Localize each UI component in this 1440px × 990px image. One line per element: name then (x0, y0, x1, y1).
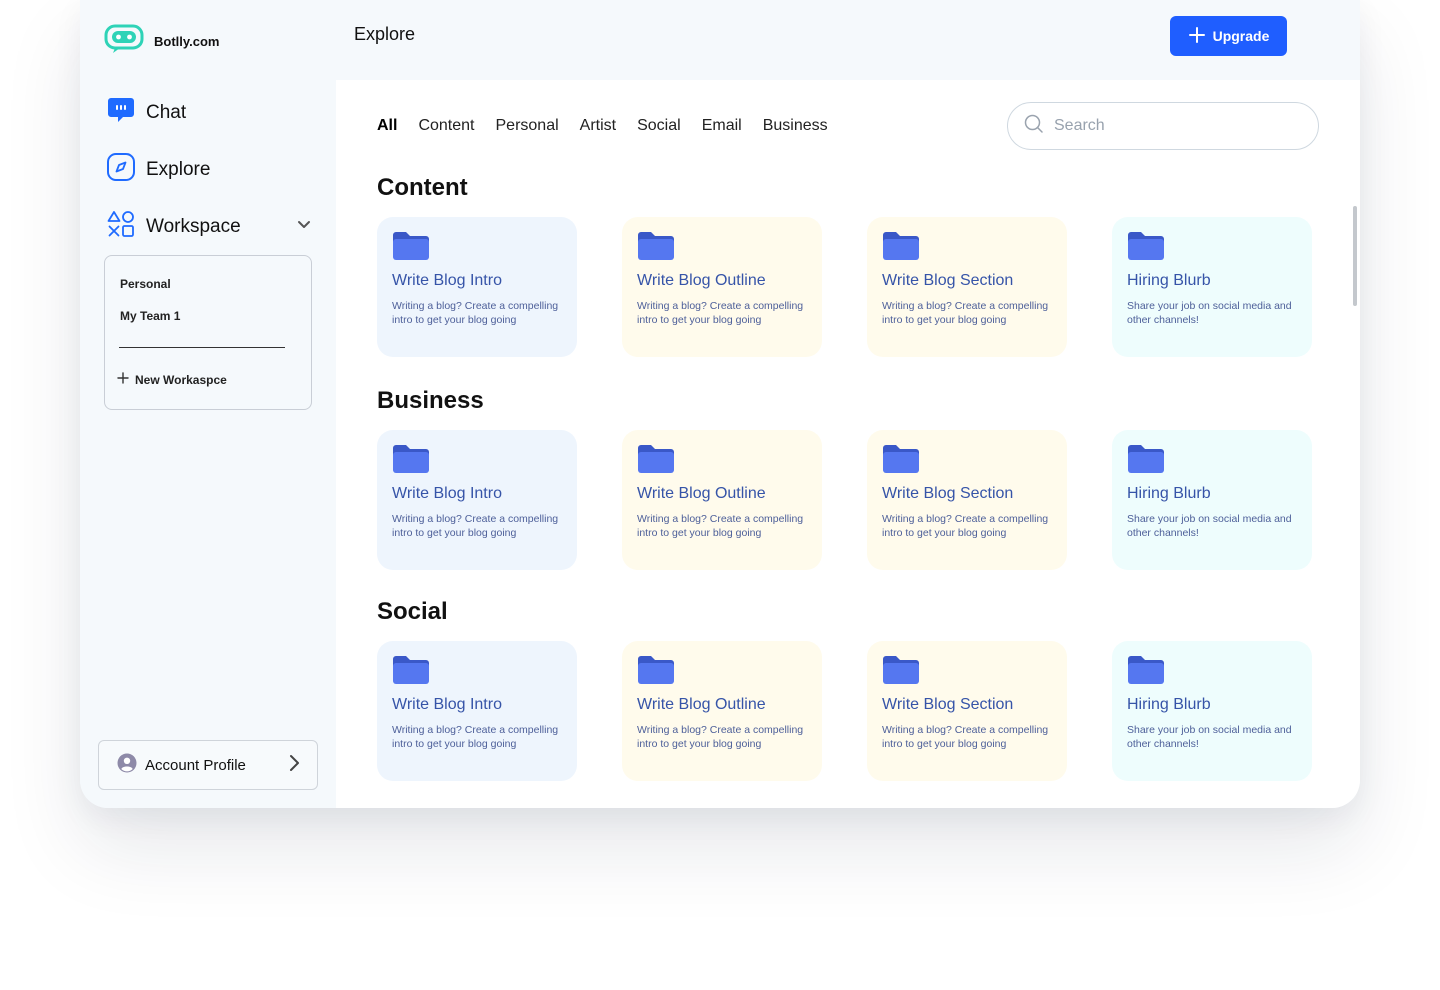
card-title: Write Blog Section (882, 696, 1014, 713)
folder-icon (637, 232, 675, 265)
workspace-divider (119, 347, 285, 348)
card-row: Write Blog Intro Writing a blog? Create a… (377, 641, 1312, 781)
card-title: Hiring Blurb (1127, 696, 1211, 713)
template-card[interactable]: Write Blog Section Writing a blog? Create… (867, 430, 1067, 570)
card-title: Hiring Blurb (1127, 485, 1211, 502)
template-card[interactable]: Write Blog Intro Writing a blog? Create a… (377, 641, 577, 781)
section-title-social: Social (377, 598, 448, 625)
card-description: Writing a blog? Create a compelling intr… (392, 300, 559, 326)
chevron-down-icon[interactable] (296, 216, 312, 237)
card-description: Writing a blog? Create a compelling intr… (392, 724, 559, 750)
card-description: Writing a blog? Create a compelling intr… (637, 724, 804, 750)
card-description: Writing a blog? Create a compelling intr… (637, 513, 804, 539)
new-workspace-label: New Workaspce (135, 372, 227, 387)
search-box[interactable] (1007, 102, 1319, 150)
app-window: Botlly.com Chat Explore Workspace Person… (80, 0, 1360, 808)
account-profile-label: Account Profile (145, 756, 246, 774)
logo[interactable]: Botlly.com (104, 24, 220, 59)
app-name: Botlly.com (154, 34, 220, 49)
workspace-panel: Personal My Team 1 New Workaspce (104, 255, 312, 410)
card-description: Writing a blog? Create a compelling intr… (882, 513, 1049, 539)
card-title: Write Blog Outline (637, 696, 766, 713)
tab-personal[interactable]: Personal (496, 117, 559, 135)
card-description: Writing a blog? Create a compelling intr… (882, 300, 1049, 326)
sidebar-item-workspace[interactable]: Workspace (106, 209, 312, 244)
tab-artist[interactable]: Artist (580, 117, 616, 135)
main-content: All Content Personal Artist Social Email… (336, 80, 1360, 808)
card-title: Write Blog Section (882, 272, 1014, 289)
plus-icon (117, 372, 129, 387)
sidebar-item-label: Chat (146, 101, 187, 123)
new-workspace-button[interactable]: New Workaspce (117, 372, 227, 387)
template-card[interactable]: Write Blog Intro Writing a blog? Create a… (377, 430, 577, 570)
top-bar: Explore Upgrade (336, 0, 1360, 80)
search-icon (1024, 114, 1044, 139)
template-card[interactable]: Write Blog Intro Writing a blog? Create a… (377, 217, 577, 357)
card-description: Writing a blog? Create a compelling intr… (637, 300, 804, 326)
tab-content[interactable]: Content (418, 117, 474, 135)
folder-icon (882, 232, 920, 265)
section-title-content: Content (377, 174, 468, 201)
account-profile-button[interactable]: Account Profile (98, 740, 318, 790)
folder-icon (1127, 445, 1165, 478)
bot-logo-icon (104, 24, 144, 59)
folder-icon (637, 656, 675, 689)
scrollbar-thumb[interactable] (1353, 206, 1357, 306)
folder-icon (637, 445, 675, 478)
sidebar-item-label: Explore (146, 158, 211, 180)
card-title: Write Blog Intro (392, 485, 502, 502)
card-description: Share your job on social media and other… (1127, 513, 1292, 539)
tab-email[interactable]: Email (702, 117, 742, 135)
page-title: Explore (354, 24, 416, 44)
folder-icon (882, 445, 920, 478)
card-description: Share your job on social media and other… (1127, 300, 1292, 326)
shapes-icon (106, 209, 136, 244)
card-title: Write Blog Outline (637, 272, 766, 289)
tab-all[interactable]: All (377, 117, 397, 135)
workspace-item-personal[interactable]: Personal (120, 277, 171, 291)
card-title: Write Blog Outline (637, 485, 766, 502)
upgrade-button[interactable]: Upgrade (1170, 16, 1287, 56)
template-card[interactable]: Hiring Blurb Share your job on social med… (1112, 430, 1312, 570)
card-description: Writing a blog? Create a compelling intr… (882, 724, 1049, 750)
card-description: Writing a blog? Create a compelling intr… (392, 513, 559, 539)
template-card[interactable]: Write Blog Outline Writing a blog? Create… (622, 641, 822, 781)
card-row: Write Blog Intro Writing a blog? Create a… (377, 217, 1312, 357)
template-card[interactable]: Write Blog Outline Writing a blog? Create… (622, 430, 822, 570)
card-title: Write Blog Intro (392, 696, 502, 713)
workspace-item-team[interactable]: My Team 1 (120, 309, 180, 323)
card-title: Hiring Blurb (1127, 272, 1211, 289)
template-card[interactable]: Write Blog Section Writing a blog? Create… (867, 217, 1067, 357)
avatar-icon (117, 753, 137, 778)
upgrade-label: Upgrade (1212, 28, 1270, 44)
folder-icon (882, 656, 920, 689)
folder-icon (392, 232, 430, 265)
card-title: Write Blog Intro (392, 272, 502, 289)
template-card[interactable]: Write Blog Outline Writing a blog? Create… (622, 217, 822, 357)
sidebar: Botlly.com Chat Explore Workspace Person… (80, 0, 336, 808)
folder-icon (1127, 656, 1165, 689)
compass-icon (106, 152, 136, 187)
template-card[interactable]: Write Blog Section Writing a blog? Create… (867, 641, 1067, 781)
chat-bubble-icon (106, 95, 136, 130)
folder-icon (392, 445, 430, 478)
chevron-right-icon (287, 754, 301, 777)
sidebar-item-chat[interactable]: Chat (106, 95, 186, 130)
sidebar-item-label: Workspace (146, 215, 241, 237)
card-description: Share your job on social media and other… (1127, 724, 1292, 750)
sidebar-item-explore[interactable]: Explore (106, 152, 210, 187)
template-card[interactable]: Hiring Blurb Share your job on social med… (1112, 217, 1312, 357)
search-input[interactable] (1054, 117, 1294, 135)
tab-business[interactable]: Business (763, 117, 828, 135)
section-title-business: Business (377, 387, 484, 414)
folder-icon (1127, 232, 1165, 265)
card-title: Write Blog Section (882, 485, 1014, 502)
folder-icon (392, 656, 430, 689)
template-card[interactable]: Hiring Blurb Share your job on social med… (1112, 641, 1312, 781)
category-tabs: All Content Personal Artist Social Email… (377, 117, 828, 135)
tab-social[interactable]: Social (637, 117, 681, 135)
plus-icon (1188, 26, 1206, 47)
card-row: Write Blog Intro Writing a blog? Create a… (377, 430, 1312, 570)
